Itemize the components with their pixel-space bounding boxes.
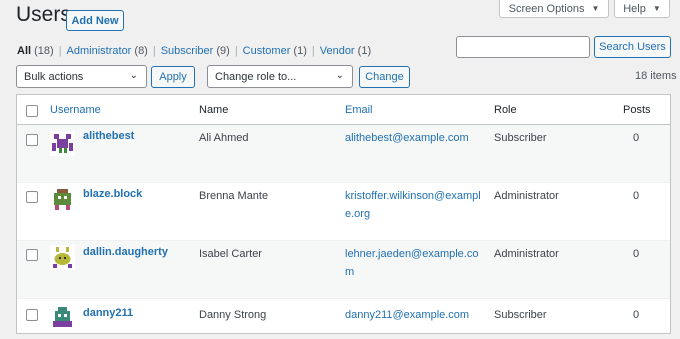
chevron-down-icon: ⌄ [335,70,344,81]
row-checkbox[interactable] [26,134,38,146]
add-new-button[interactable]: Add New [66,10,124,31]
column-name: Name [199,104,229,116]
table-row: alithebest Ali Ahmed alithebest@example.… [17,125,670,183]
identicon-avatar [50,245,75,270]
table-header: Username Name Email Role Posts [17,95,670,125]
role-filter-links: All (18) | Administrator (8) | Subscriber (9… [17,45,371,57]
users-table: Username Name Email Role Posts alithebes… [16,94,671,339]
filter-all[interactable]: All (18) [17,45,54,57]
identicon-avatar [50,305,75,330]
bulk-actions-select[interactable]: Bulk actions ⌄ [16,65,147,88]
column-email[interactable]: Email [345,104,373,116]
table-row: dallin.daugherty Isabel Carter lehner.ja… [17,241,670,299]
email-line: lehner.jaeden@example.co [345,248,479,260]
filter-customer-count: (1) [293,45,307,57]
column-posts: Posts [623,104,651,116]
user-name: Danny Strong [199,309,267,321]
user-role: Administrator [494,248,559,260]
filter-subscriber-label: Subscriber [160,45,214,57]
apply-button[interactable]: Apply [151,66,195,88]
user-posts: 0 [633,132,640,144]
search-input[interactable] [456,36,590,58]
caret-down-icon: ▼ [652,4,661,13]
user-email[interactable]: kristoffer.wilkinson@exampl e.org [345,187,481,223]
user-name: Ali Ahmed [199,132,249,144]
filter-customer-label: Customer [242,45,291,57]
username-link[interactable]: dallin.daugherty [83,246,168,258]
search-users-button[interactable]: Search Users [594,36,671,58]
bulk-actions-value: Bulk actions [24,70,84,83]
filter-separator: | [58,45,62,57]
filter-separator: | [152,45,156,57]
filter-administrator-label: Administrator [66,45,132,57]
help-tab[interactable]: Help ▼ [614,0,670,18]
filter-vendor[interactable]: Vendor (1) [320,45,371,57]
user-role: Subscriber [494,309,547,321]
row-checkbox[interactable] [26,249,38,261]
row-checkbox[interactable] [26,309,38,321]
page-title: Users [16,3,71,26]
email-line: danny211@example.com [345,309,470,321]
filter-customer[interactable]: Customer (1) [243,45,307,57]
column-username[interactable]: Username [50,104,101,116]
user-name: Isabel Carter [199,248,262,260]
email-line: kristoffer.wilkinson@exampl [345,190,481,202]
chevron-down-icon: ⌄ [129,70,138,81]
screen-options-tab[interactable]: Screen Options ▼ [499,0,609,18]
change-role-select[interactable]: Change role to... ⌄ [207,65,353,88]
user-role: Subscriber [494,132,547,144]
help-label: Help [623,2,646,15]
table-row: danny211 Danny Strong danny211@example.c… [17,299,670,339]
change-button[interactable]: Change [359,66,410,88]
items-count: 18 items [635,70,677,82]
filter-separator: | [311,45,315,57]
filter-all-label: All [17,45,32,57]
filter-separator: | [234,45,238,57]
table-row: blaze.block Brenna Mante kristoffer.wilk… [17,183,670,241]
filter-all-count: (18) [34,45,54,57]
column-role: Role [494,104,517,116]
email-line: alithebest@example.com [345,132,469,144]
user-email[interactable]: alithebest@example.com [345,129,469,147]
user-posts: 0 [633,248,640,260]
select-all-checkbox[interactable] [26,105,38,117]
user-name: Brenna Mante [199,190,269,202]
screen-options-label: Screen Options [508,2,585,15]
username-link[interactable]: danny211 [83,307,133,319]
user-email[interactable]: lehner.jaeden@example.co m [345,245,478,281]
user-email[interactable]: danny211@example.com [345,306,469,324]
identicon-avatar [50,187,75,212]
identicon-avatar [50,131,75,156]
username-link[interactable]: blaze.block [83,188,142,200]
user-posts: 0 [633,190,640,202]
change-role-value: Change role to... [215,70,297,83]
username-link[interactable]: alithebest [83,130,134,142]
user-role: Administrator [494,190,559,202]
filter-subscriber-count: (9) [216,45,230,57]
filter-vendor-label: Vendor [319,45,355,57]
filter-subscriber[interactable]: Subscriber (9) [161,45,230,57]
user-posts: 0 [633,309,640,321]
email-line: e.org [345,208,371,220]
filter-administrator[interactable]: Administrator (8) [67,45,148,57]
email-line: m [345,266,355,278]
caret-down-icon: ▼ [591,4,600,13]
filter-administrator-count: (8) [134,45,148,57]
row-checkbox[interactable] [26,191,38,203]
filter-vendor-count: (1) [357,45,372,57]
